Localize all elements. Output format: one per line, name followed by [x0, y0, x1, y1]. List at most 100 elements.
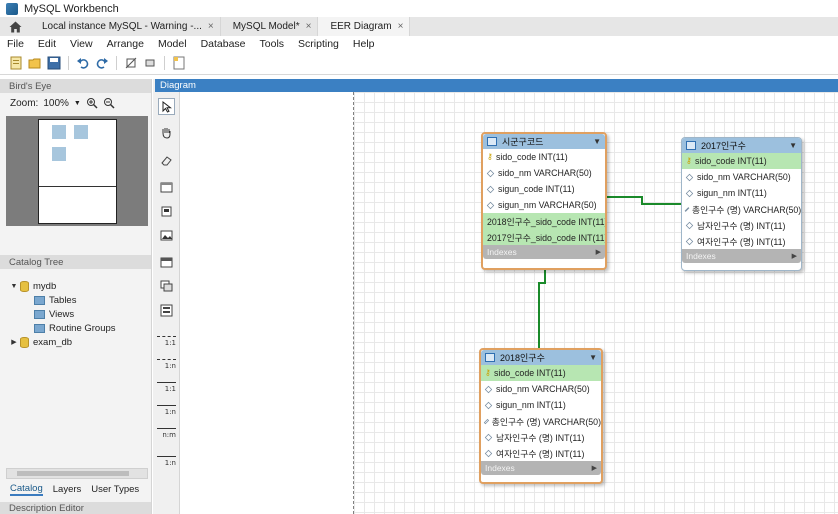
collapse-arrow-icon[interactable]: ▼	[789, 141, 797, 150]
menu-model[interactable]: Model	[151, 38, 194, 50]
menu-file[interactable]: File	[0, 38, 31, 50]
entity-column[interactable]: 총인구수 (명) VARCHAR(50)	[682, 201, 801, 217]
diagram-canvas[interactable]: 시군구코드 ▼ ⚷ sido_code INT(11) sido_nm VARCH…	[181, 92, 838, 514]
zoom-in-icon[interactable]	[86, 97, 98, 109]
folder-icon	[34, 323, 45, 333]
new-diagram-button[interactable]	[171, 55, 187, 71]
entity-sigungu-code[interactable]: 시군구코드 ▼ ⚷ sido_code INT(11) sido_nm VARCH…	[481, 132, 607, 270]
catalog-horizontal-scrollbar[interactable]	[6, 468, 148, 479]
menu-database[interactable]: Database	[194, 38, 253, 50]
relationship-1-n-identifying-tool[interactable]: 1:n	[157, 400, 176, 417]
collapse-arrow-icon[interactable]: ▼	[589, 353, 597, 362]
entity-column[interactable]: 여자인구수 (명) INT(11)	[682, 233, 801, 249]
relationship-1-n-non-identifying-tool[interactable]: 1:n	[157, 354, 176, 371]
redo-button[interactable]	[94, 55, 110, 71]
menu-scripting[interactable]: Scripting	[291, 38, 346, 50]
menu-tools[interactable]: Tools	[253, 38, 292, 50]
chevron-down-icon[interactable]: ▼	[74, 100, 81, 107]
image-tool[interactable]	[158, 227, 175, 244]
expand-arrow-icon[interactable]: ▶	[596, 248, 601, 256]
entity-column[interactable]: sigun_nm INT(11)	[481, 397, 601, 413]
entity-header[interactable]: 2017인구수 ▼	[682, 138, 801, 153]
entity-column[interactable]: sigun_nm VARCHAR(50)	[483, 197, 605, 213]
view-tool[interactable]	[158, 278, 175, 295]
collapse-arrow-icon[interactable]: ▼	[593, 137, 601, 146]
entity-column[interactable]: 여자인구수 (명) INT(11)	[481, 445, 601, 461]
tab-local-instance[interactable]: Local instance MySQL - Warning -... ×	[30, 17, 221, 36]
column-icon	[484, 385, 493, 393]
toolbar-separator	[116, 55, 117, 70]
layer-tool[interactable]	[158, 179, 175, 196]
menu-arrange[interactable]: Arrange	[100, 38, 151, 50]
zoom-out-icon[interactable]	[103, 97, 115, 109]
expand-arrow-icon[interactable]: ▶	[792, 252, 797, 260]
left-sidebar: Bird's Eye Zoom: 100% ▼ Catalog Tree ▼ m…	[0, 79, 152, 514]
toggle-grid-button[interactable]	[123, 55, 139, 71]
birds-eye-view[interactable]	[6, 116, 148, 226]
entity-column[interactable]: 남자인구수 (명) INT(11)	[682, 217, 801, 233]
entity-column-highlighted[interactable]: 2018인구수_sido_code INT(11)	[483, 213, 605, 229]
relationship-1-1-identifying-tool[interactable]: 1:1	[157, 377, 176, 394]
menu-edit[interactable]: Edit	[31, 38, 63, 50]
home-tab[interactable]	[0, 17, 30, 36]
indexes-section[interactable]: Indexes ▶	[483, 245, 605, 259]
close-icon[interactable]: ×	[306, 21, 312, 32]
menu-help[interactable]: Help	[346, 38, 382, 50]
select-tool[interactable]	[158, 98, 175, 115]
relationship-connector[interactable]	[538, 282, 540, 352]
scrollbar-thumb[interactable]	[17, 471, 129, 476]
open-button[interactable]	[27, 55, 43, 71]
entity-column[interactable]: sido_nm VARCHAR(50)	[682, 169, 801, 185]
routine-group-tool[interactable]	[158, 302, 175, 319]
tree-item-views[interactable]: Views	[0, 307, 151, 321]
entity-column-highlighted[interactable]: ⚷ sido_code INT(11)	[682, 153, 801, 169]
tab-eer-diagram[interactable]: EER Diagram ×	[318, 17, 411, 36]
undo-button[interactable]	[75, 55, 91, 71]
entity-column-highlighted[interactable]: ⚷ sido_code INT(11)	[481, 365, 601, 381]
column-text: 여자인구수 (명) INT(11)	[496, 448, 585, 459]
entity-column[interactable]: 총인구수 (명) VARCHAR(50)	[481, 413, 601, 429]
entity-column[interactable]: 남자인구수 (명) INT(11)	[481, 429, 601, 445]
relationship-1-1-non-identifying-tool[interactable]: 1:1	[157, 331, 176, 348]
entity-2017-population[interactable]: 2017인구수 ▼ ⚷ sido_code INT(11) sido_nm VAR…	[681, 137, 802, 271]
close-icon[interactable]: ×	[398, 21, 404, 32]
zoom-select[interactable]: 100%	[43, 98, 69, 109]
save-button[interactable]	[46, 55, 62, 71]
relationship-existing-columns-tool[interactable]: 1:n	[157, 451, 176, 468]
hand-tool[interactable]	[158, 124, 175, 141]
entity-header[interactable]: 시군구코드 ▼	[483, 134, 605, 149]
column-text: sigun_nm VARCHAR(50)	[498, 200, 597, 210]
entity-column[interactable]: sido_nm VARCHAR(50)	[481, 381, 601, 397]
tab-user-types[interactable]: User Types	[91, 484, 139, 495]
tree-item-routine-groups[interactable]: Routine Groups	[0, 321, 151, 335]
expand-arrow-icon[interactable]: ▼	[10, 283, 18, 290]
tree-item-mydb[interactable]: ▼ mydb	[0, 279, 151, 293]
indexes-section[interactable]: Indexes ▶	[682, 249, 801, 263]
birds-eye-viewport[interactable]	[38, 119, 117, 224]
entity-column[interactable]: sigun_code INT(11)	[483, 181, 605, 197]
entity-column-highlighted[interactable]: 2017인구수_sido_code INT(11)	[483, 229, 605, 245]
menu-view[interactable]: View	[63, 38, 100, 50]
tab-mysql-model[interactable]: MySQL Model* ×	[221, 17, 319, 36]
close-icon[interactable]: ×	[208, 21, 214, 32]
relationship-n-m-tool[interactable]: n:m	[157, 423, 176, 440]
tab-catalog[interactable]: Catalog	[10, 483, 43, 496]
new-file-button[interactable]	[8, 55, 24, 71]
tree-item-exam-db[interactable]: ▶ exam_db	[0, 335, 151, 349]
eraser-tool[interactable]	[158, 152, 175, 169]
entity-header[interactable]: 2018인구수 ▼	[481, 350, 601, 365]
entity-column[interactable]: sido_nm VARCHAR(50)	[483, 165, 605, 181]
expand-arrow-icon[interactable]: ▶	[592, 464, 597, 472]
collapse-arrow-icon[interactable]: ▶	[10, 338, 18, 346]
relationship-connector[interactable]	[606, 196, 641, 198]
entity-column[interactable]: ⚷ sido_code INT(11)	[483, 149, 605, 165]
align-button[interactable]	[142, 55, 158, 71]
entity-column[interactable]: sigun_nm INT(11)	[682, 185, 801, 201]
tab-layers[interactable]: Layers	[53, 484, 82, 495]
tree-item-tables[interactable]: Tables	[0, 293, 151, 307]
table-tool[interactable]	[158, 254, 175, 271]
entity-2018-population[interactable]: 2018인구수 ▼ ⚷ sido_code INT(11) sido_nm VAR…	[479, 348, 603, 484]
indexes-section[interactable]: Indexes ▶	[481, 461, 601, 475]
relationship-connector[interactable]	[641, 203, 681, 205]
note-tool[interactable]	[158, 203, 175, 220]
